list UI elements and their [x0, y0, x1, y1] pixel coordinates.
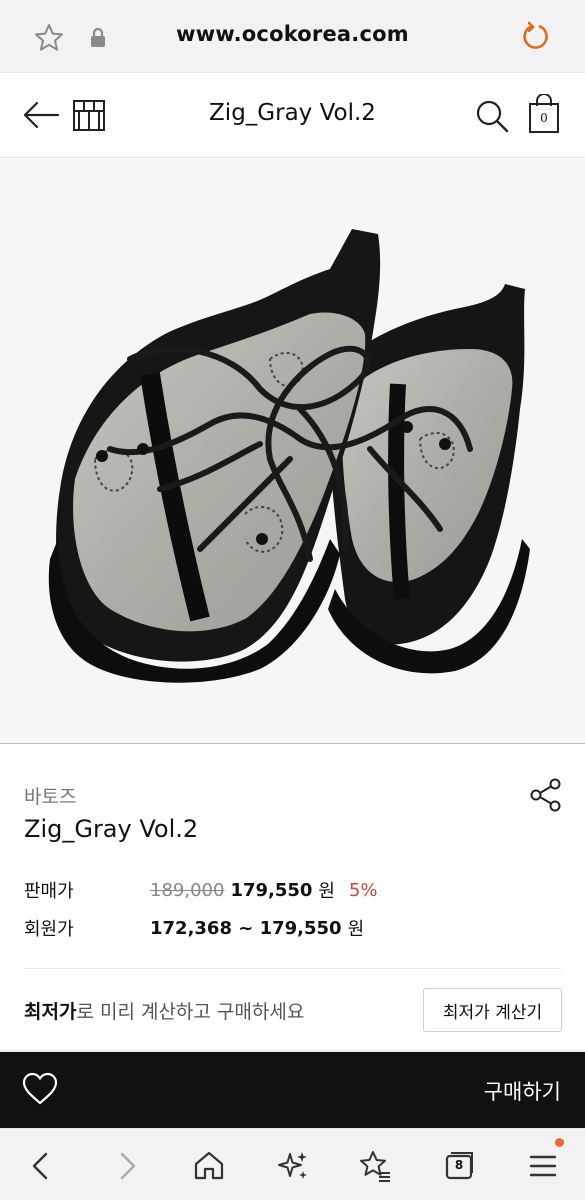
- divider: [24, 968, 561, 969]
- cart-count: 0: [540, 111, 548, 125]
- sale-currency: 원: [318, 881, 335, 902]
- original-price: 189,000: [150, 879, 225, 901]
- member-price: 172,368 ~ 179,550: [150, 917, 342, 939]
- purchase-bar: 구매하기: [0, 1052, 585, 1128]
- tabs-button[interactable]: 8: [442, 1149, 476, 1183]
- site-header: Zig_Gray Vol.2 0: [0, 74, 585, 158]
- sale-price-row: 판매가 189,000 179,550 원 5%: [24, 877, 378, 903]
- product-name: Zig_Gray Vol.2: [24, 815, 199, 843]
- cart-button[interactable]: 0: [526, 93, 562, 134]
- reload-icon[interactable]: [520, 21, 552, 53]
- page: www.ocokorea.com Zig_Gray Vol.2 0 바토즈 Zi…: [0, 0, 585, 1200]
- lowest-price-text: 로 미리 계산하고 구매하세요: [76, 1001, 305, 1023]
- discount-rate: 5%: [348, 879, 378, 901]
- lowest-price-bold: 최저가: [24, 1001, 77, 1023]
- url-text[interactable]: www.ocokorea.com: [0, 22, 585, 46]
- home-icon[interactable]: [192, 1149, 226, 1183]
- back-icon[interactable]: [24, 1149, 58, 1183]
- browser-url-bar: www.ocokorea.com: [0, 0, 585, 73]
- bookmarks-icon[interactable]: [358, 1149, 392, 1183]
- member-price-row: 회원가 172,368 ~ 179,550 원: [24, 915, 378, 941]
- forward-icon[interactable]: [110, 1149, 144, 1183]
- buy-button[interactable]: 구매하기: [484, 1076, 561, 1106]
- lowest-price-calculator-button[interactable]: 최저가 계산기: [423, 988, 562, 1032]
- tabs-count: 8: [454, 1158, 464, 1172]
- lowest-price-prompt: 최저가로 미리 계산하고 구매하세요: [24, 997, 304, 1024]
- menu-icon[interactable]: [526, 1149, 560, 1183]
- share-icon[interactable]: [528, 777, 564, 813]
- brand-name[interactable]: 바토즈: [24, 782, 76, 809]
- member-currency: 원: [347, 919, 365, 940]
- sale-price-label: 판매가: [24, 881, 74, 902]
- browser-bottom-nav: 8: [0, 1128, 585, 1200]
- notification-dot: [555, 1138, 564, 1147]
- sale-price: 179,550: [230, 879, 313, 901]
- search-icon[interactable]: [474, 98, 510, 134]
- sparkle-icon[interactable]: [276, 1149, 310, 1183]
- heart-icon[interactable]: [22, 1072, 58, 1106]
- shoe-product-image[interactable]: [0, 159, 585, 744]
- member-price-label: 회원가: [24, 919, 74, 940]
